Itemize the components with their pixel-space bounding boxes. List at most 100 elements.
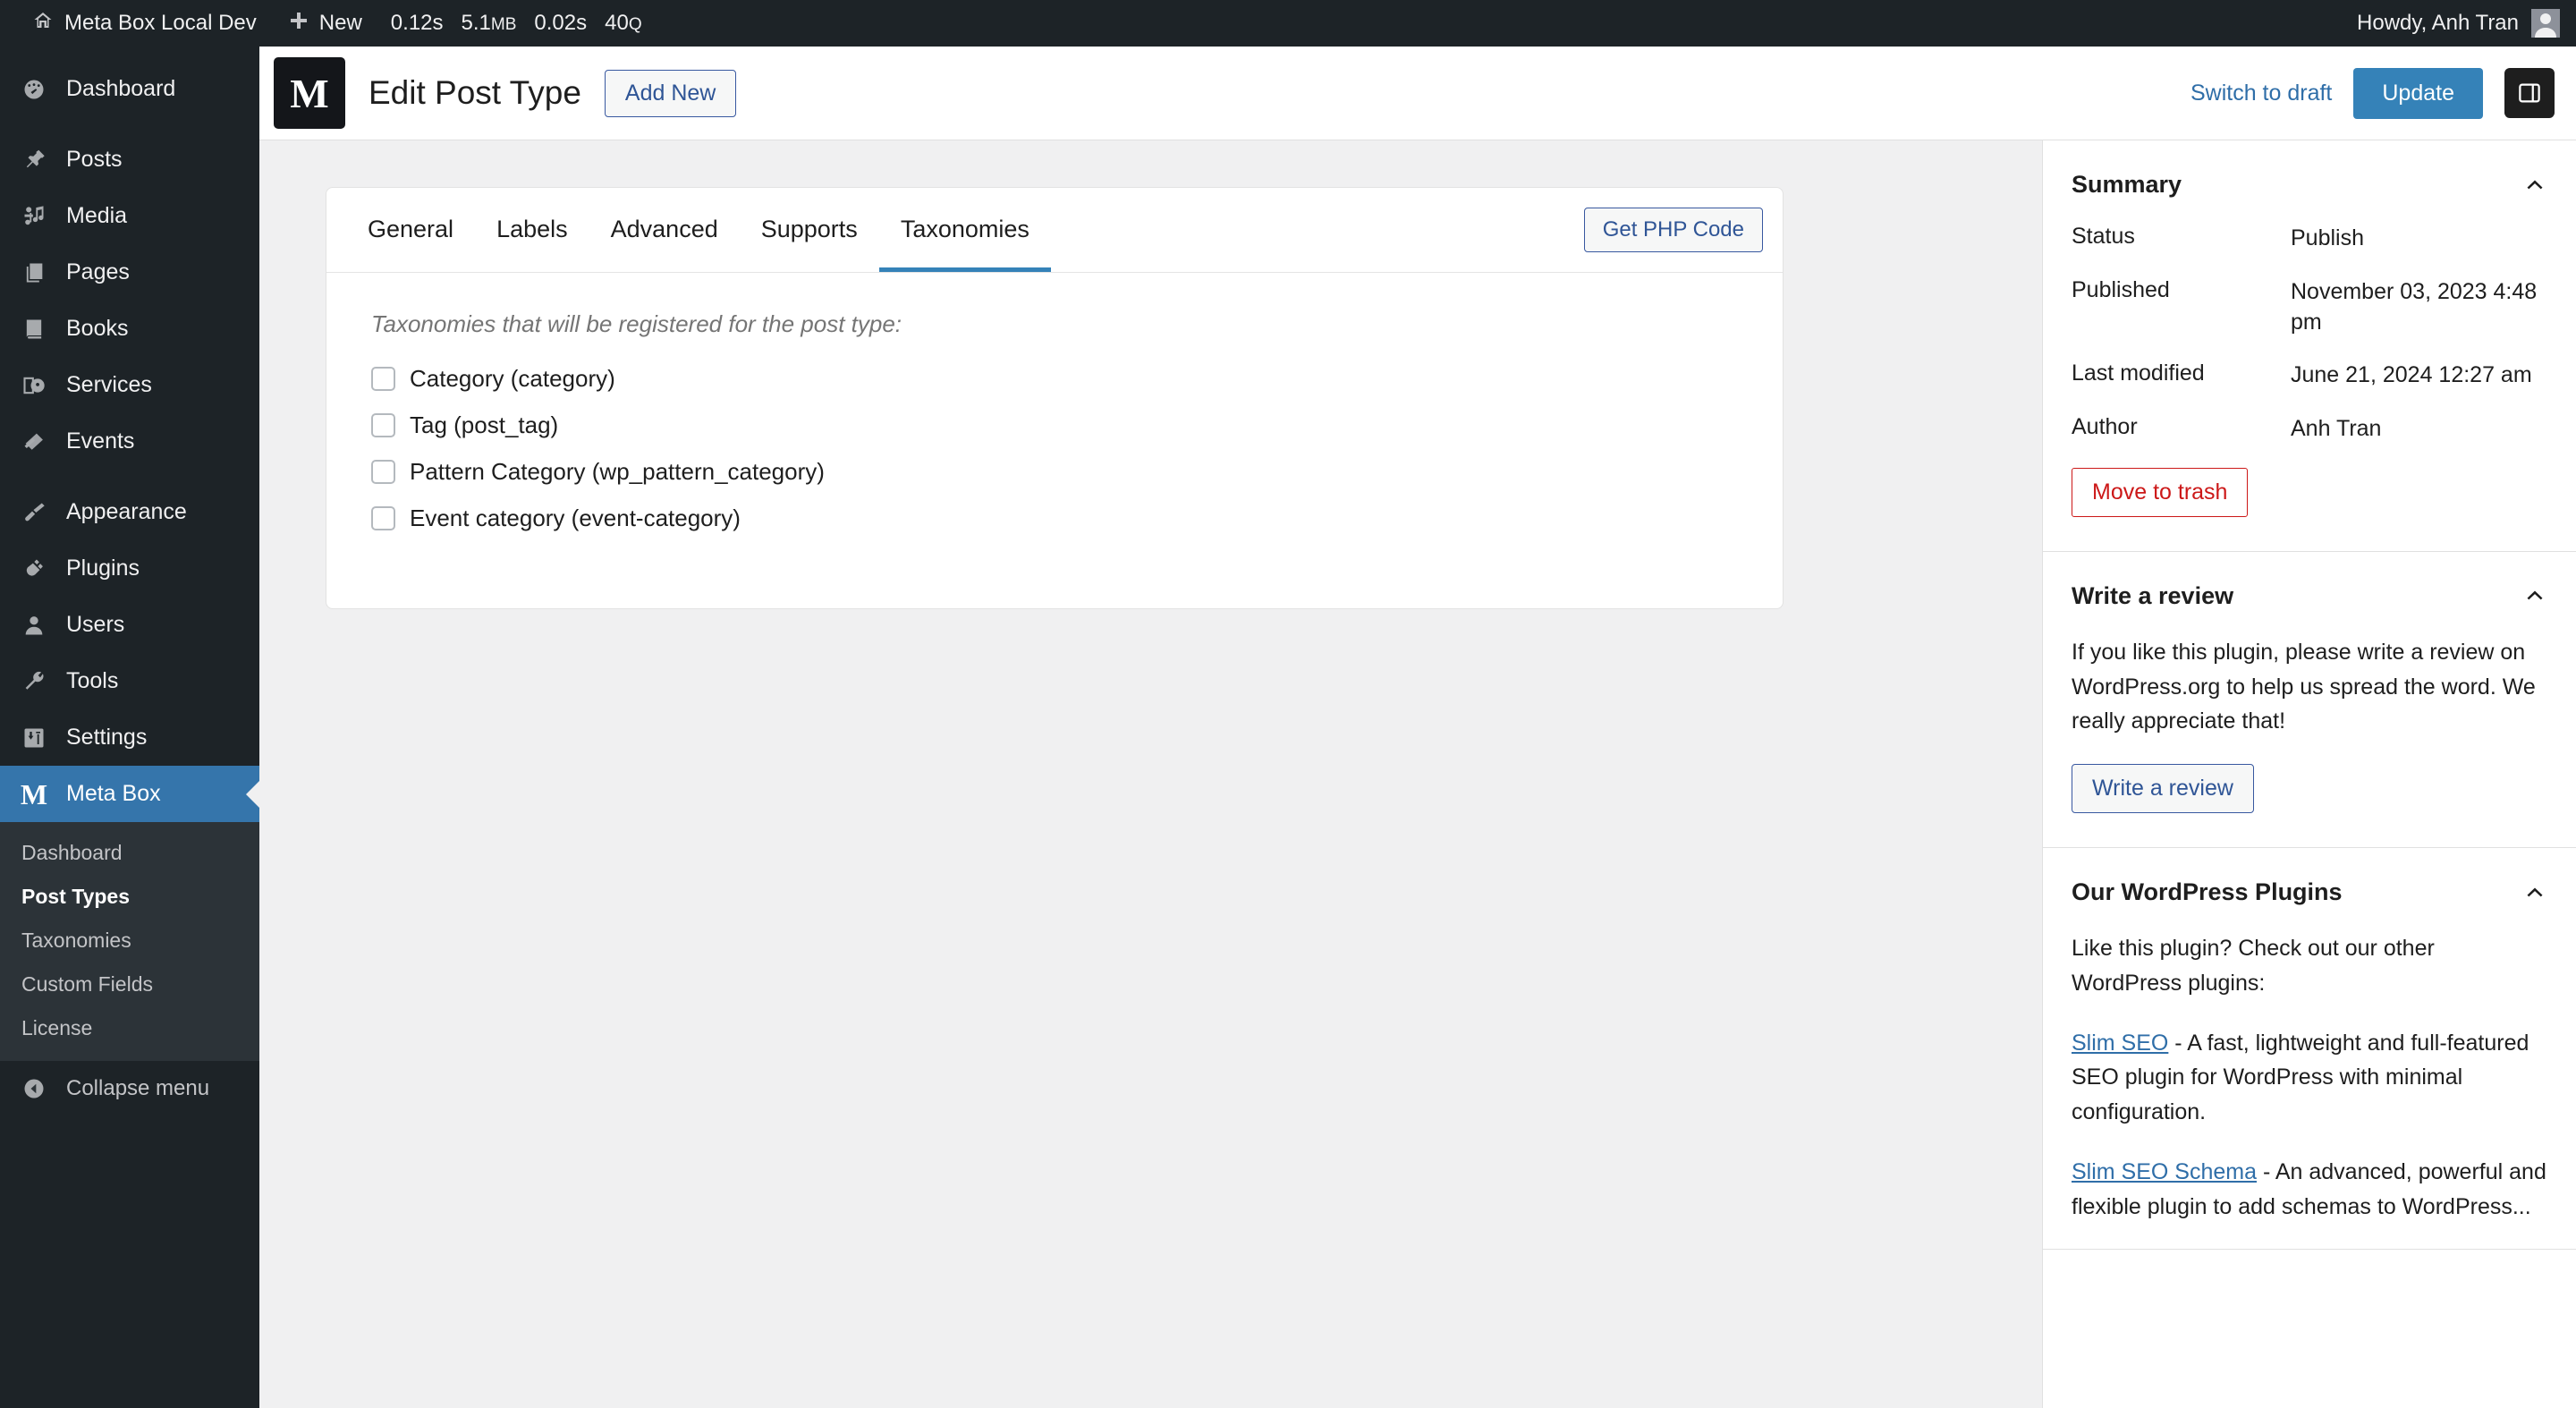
settings-panel-icon[interactable] [2504, 68, 2555, 118]
editor-content-column: General Labels Advanced Supports Taxonom… [259, 140, 2042, 1408]
tickets-icon [16, 429, 52, 454]
tab-general[interactable]: General [346, 188, 475, 272]
sidebar-item-label: Media [66, 203, 128, 228]
tab-label: Advanced [610, 216, 718, 242]
sidebar-item-label: Pages [66, 259, 130, 284]
site-name-menu[interactable]: Meta Box Local Dev [16, 0, 273, 47]
tab-label: Taxonomies [900, 216, 1030, 242]
summary-panel-header[interactable]: Summary [2072, 140, 2547, 224]
chevron-up-icon[interactable] [2522, 880, 2547, 905]
slim-seo-schema-link[interactable]: Slim SEO Schema [2072, 1159, 2257, 1184]
write-a-review-button[interactable]: Write a review [2072, 764, 2254, 813]
collapse-menu-label: Collapse menu [66, 1076, 210, 1100]
plugin-item-slim-seo-schema: Slim SEO Schema - An advanced, powerful … [2072, 1155, 2547, 1250]
get-php-code-button[interactable]: Get PHP Code [1583, 208, 1763, 252]
tab-labels[interactable]: Labels [475, 188, 589, 272]
collapse-menu-button[interactable]: Collapse menu [0, 1061, 259, 1116]
slim-seo-link[interactable]: Slim SEO [2072, 1031, 2168, 1056]
sidebar-item-meta-box[interactable]: M Meta Box [0, 766, 259, 822]
add-new-button[interactable]: Add New [604, 69, 737, 117]
sidebar-item-label: Users [66, 612, 125, 637]
checkbox[interactable] [371, 460, 395, 484]
sidebar-item-plugins[interactable]: Plugins [0, 540, 259, 597]
taxonomies-panel-body: Taxonomies that will be registered for t… [326, 273, 1783, 608]
checkbox[interactable] [371, 506, 395, 530]
sidebar-item-users[interactable]: Users [0, 597, 259, 653]
sidebar-item-tools[interactable]: Tools [0, 653, 259, 709]
checkbox[interactable] [371, 413, 395, 437]
sidebar-item-label: Plugins [66, 556, 140, 581]
sidebar-item-media[interactable]: Media [0, 188, 259, 244]
sliders-icon [16, 725, 52, 751]
checkbox[interactable] [371, 367, 395, 391]
tab-supports[interactable]: Supports [740, 188, 879, 272]
sidebar-item-dashboard[interactable]: Dashboard [0, 61, 259, 117]
plugins-panel-header[interactable]: Our WordPress Plugins [2072, 848, 2547, 931]
site-name-label: Meta Box Local Dev [64, 11, 257, 35]
sidebar-item-label: Services [66, 372, 152, 397]
sidebar-item-appearance[interactable]: Appearance [0, 484, 259, 540]
summary-value[interactable]: Anh Tran [2291, 414, 2547, 445]
tab-advanced[interactable]: Advanced [589, 188, 740, 272]
tab-taxonomies[interactable]: Taxonomies [878, 188, 1051, 272]
metric-memory: 5.1MB [461, 11, 517, 35]
debug-metrics[interactable]: 0.12s 5.1MB 0.02s 40Q [378, 11, 642, 36]
summary-key: Status [2072, 224, 2135, 249]
user-icon [16, 613, 52, 638]
admin-bar-account-menu[interactable]: Howdy, Anh Tran [2357, 9, 2576, 38]
pages-icon [16, 260, 52, 285]
switch-to-draft-button[interactable]: Switch to draft [2190, 81, 2332, 106]
taxonomy-label: Tag (post_tag) [410, 411, 559, 438]
sidebar-item-pages[interactable]: Pages [0, 244, 259, 301]
collapse-arrow-icon [16, 1076, 52, 1101]
brush-icon [16, 500, 52, 525]
metabox-m-icon: M [20, 777, 48, 810]
chevron-up-icon[interactable] [2522, 173, 2547, 198]
plus-icon [289, 11, 309, 37]
editor-header: M Edit Post Type Add New Switch to draft… [259, 47, 2576, 140]
plugins-title: Our WordPress Plugins [2072, 878, 2343, 905]
plugins-intro: Like this plugin? Check out our other Wo… [2072, 936, 2435, 996]
meta-box-logo: M [274, 57, 345, 129]
settings-tabs: General Labels Advanced Supports Taxonom… [326, 188, 1783, 273]
sidebar-item-books[interactable]: Books [0, 301, 259, 357]
review-title: Write a review [2072, 581, 2234, 609]
summary-value[interactable]: November 03, 2023 4:48 pm [2291, 277, 2547, 338]
sidebar-item-posts[interactable]: Posts [0, 131, 259, 188]
taxonomy-option-category[interactable]: Category (category) [371, 365, 1783, 393]
post-type-settings-panel: General Labels Advanced Supports Taxonom… [326, 187, 1784, 609]
chevron-up-icon[interactable] [2522, 583, 2547, 608]
metric-query-count: 40Q [605, 11, 642, 35]
summary-value[interactable]: Publish [2291, 224, 2547, 254]
new-content-menu[interactable]: New [273, 0, 378, 47]
dashboard-icon [16, 77, 52, 102]
sidebar-item-label: Dashboard [66, 76, 176, 101]
taxonomy-option-post-tag[interactable]: Tag (post_tag) [371, 411, 1783, 439]
summary-row-published: Published November 03, 2023 4:48 pm [2072, 277, 2547, 361]
book-icon [16, 317, 52, 342]
review-text: If you like this plugin, please write a … [2072, 639, 2536, 734]
submenu-item-label: Custom Fields [21, 972, 153, 996]
taxonomy-label: Event category (event-category) [410, 505, 741, 531]
update-button[interactable]: Update [2353, 67, 2483, 119]
summary-key: Last modified [2072, 360, 2205, 386]
submenu-item-license[interactable]: License [0, 1006, 259, 1050]
submenu-item-custom-fields[interactable]: Custom Fields [0, 963, 259, 1006]
sidebar-item-settings[interactable]: Settings [0, 709, 259, 766]
sidebar-item-label: Events [66, 428, 135, 454]
sidebar-item-label: Settings [66, 725, 148, 750]
submenu-item-post-types[interactable]: Post Types [0, 875, 259, 919]
taxonomy-option-wp-pattern-category[interactable]: Pattern Category (wp_pattern_category) [371, 458, 1783, 486]
services-icon [16, 373, 52, 398]
sidebar-item-services[interactable]: Services [0, 357, 259, 413]
sidebar-item-events[interactable]: Events [0, 413, 259, 470]
review-panel-header[interactable]: Write a review [2072, 552, 2547, 635]
taxonomies-hint: Taxonomies that will be registered for t… [371, 310, 902, 337]
submenu-item-taxonomies[interactable]: Taxonomies [0, 919, 259, 963]
metric-query-time: 0.02s [534, 11, 588, 35]
taxonomy-option-event-category[interactable]: Event category (event-category) [371, 505, 1783, 532]
move-to-trash-button[interactable]: Move to trash [2072, 467, 2249, 517]
submenu-item-dashboard[interactable]: Dashboard [0, 831, 259, 875]
taxonomy-label: Category (category) [410, 365, 615, 392]
tab-label: General [368, 216, 454, 242]
